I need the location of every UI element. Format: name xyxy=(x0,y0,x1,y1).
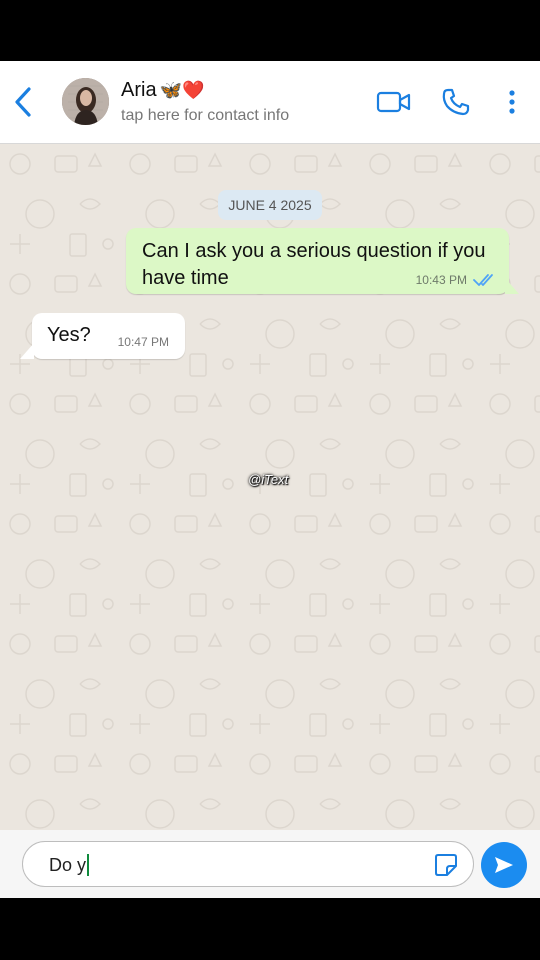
contact-name-emoji: 🦋❤️ xyxy=(159,80,205,100)
send-button[interactable] xyxy=(481,842,527,888)
back-chevron-icon xyxy=(15,87,31,117)
sticker-icon[interactable] xyxy=(433,852,459,878)
contact-name-text: Aria xyxy=(121,79,157,101)
contact-info-hint[interactable]: tap here for contact info xyxy=(121,107,289,125)
chat-header: Aria 🦋❤️ tap here for contact info xyxy=(0,61,540,144)
bottom-bar xyxy=(0,898,540,960)
avatar-photo xyxy=(62,78,109,125)
incoming-bubble-tail xyxy=(20,343,34,359)
contact-name[interactable]: Aria 🦋❤️ xyxy=(121,79,204,102)
more-vertical-icon xyxy=(509,90,515,114)
message-input-text: Do y xyxy=(49,854,90,876)
watermark: @iText xyxy=(248,472,289,487)
message-time: 10:43 PM xyxy=(415,273,467,287)
phone-icon xyxy=(442,88,470,116)
more-options-button[interactable] xyxy=(505,87,519,117)
video-call-icon xyxy=(376,91,411,113)
outgoing-message[interactable]: Can I ask you a serious question if you … xyxy=(126,228,509,294)
video-call-button[interactable] xyxy=(376,87,412,117)
date-chip: JUNE 4 2025 xyxy=(218,190,322,220)
outgoing-bubble-tail xyxy=(505,278,519,294)
message-text: Yes? xyxy=(47,324,91,346)
incoming-message[interactable]: Yes? 10:47 PM xyxy=(32,313,185,359)
composer-bar: Do y xyxy=(0,830,540,898)
text-caret xyxy=(87,854,90,876)
message-time: 10:47 PM xyxy=(117,335,169,349)
message-input[interactable]: Do y xyxy=(22,841,474,887)
read-receipt-icon xyxy=(473,274,493,286)
avatar[interactable] xyxy=(62,78,109,125)
message-input-value: Do y xyxy=(49,854,87,875)
conversation-area[interactable]: JUNE 4 2025 Can I ask you a serious ques… xyxy=(0,144,540,830)
status-bar xyxy=(0,0,540,61)
voice-call-button[interactable] xyxy=(441,87,471,117)
send-icon xyxy=(495,857,513,873)
back-button[interactable] xyxy=(8,83,38,121)
